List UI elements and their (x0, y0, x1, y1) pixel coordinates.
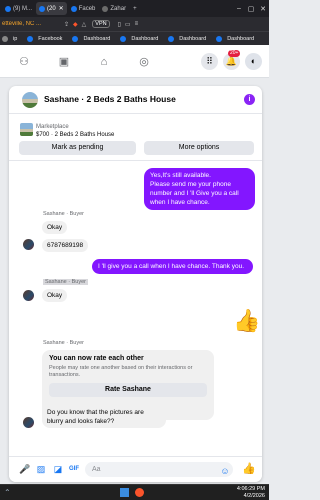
globe-icon (2, 35, 8, 42)
listing-label: Marketplace (36, 124, 69, 130)
photo-icon[interactable]: ▨ (36, 464, 46, 474)
notification-badge: 20+ (228, 50, 241, 57)
page-icon (102, 5, 109, 12)
facebook-icon (120, 35, 127, 42)
buyer-avatar[interactable] (23, 239, 34, 250)
close-tab-icon[interactable]: ✕ (59, 5, 64, 12)
like-send-icon[interactable]: 👍 (242, 464, 256, 475)
facebook-top-nav: ⚇ ▣ ⌂ ◎ ⠿ 🔔 20+ ◐ (0, 45, 269, 78)
clock-date: 4/2/2026 (243, 492, 265, 499)
bookmark-facebook[interactable]: Facebook (27, 35, 67, 42)
sent-message[interactable]: Yes,It's still available. Please send me… (144, 168, 255, 210)
rate-sashane-button[interactable]: Rate Sashane (49, 383, 207, 397)
facebook-icon (5, 5, 11, 12)
sender-label: Sashane · Buyer (43, 279, 88, 285)
browser-tab-active[interactable]: (20 ✕ (36, 2, 67, 15)
conversation-panel: Sashane · 2 Beds 2 Baths House i Marketp… (9, 86, 262, 482)
bookmark-dashboard[interactable]: Dashboard (216, 35, 259, 42)
message-input[interactable]: Aa (85, 462, 233, 477)
address-bar[interactable]: etteville, NC ... ⇪ ◆ △ VPN ▯ ▭ ≡ (0, 17, 269, 31)
facebook-icon (27, 35, 34, 42)
account-avatar[interactable]: ◐ (245, 53, 262, 70)
buyer-avatar[interactable] (23, 290, 34, 301)
menu-grid-icon[interactable]: ⠿ (201, 53, 218, 70)
sticker-icon[interactable]: ◪ (53, 464, 63, 474)
listing-summary[interactable]: Marketplace $700 · 2 Beds 2 Baths House (36, 123, 114, 139)
browser-tab[interactable]: Faceb (68, 2, 99, 15)
facebook-icon (168, 35, 175, 42)
listing-thumbnail[interactable] (20, 123, 33, 136)
bookmark-dashboard[interactable]: Dashboard (120, 35, 163, 42)
clock-time: 4:06:29 PM (236, 486, 265, 492)
mark-as-pending-button[interactable]: Mark as pending (19, 141, 136, 155)
system-clock[interactable]: 4:06:29 PM 4/2/2026 (237, 486, 265, 499)
bookmarks-bar: ip Facebook Dashboard Dashboard Dashboar… (0, 31, 269, 45)
rewards-icon[interactable]: △ (82, 21, 87, 28)
listing-avatar[interactable] (22, 92, 38, 108)
sender-label: Sashane · Buyer (43, 211, 84, 217)
marketplace-calendar-icon[interactable]: ▣ (57, 55, 71, 69)
wallet-icon[interactable]: ▭ (125, 21, 131, 28)
maximize-icon[interactable]: ▢ (245, 5, 257, 13)
more-options-button[interactable]: More options (144, 141, 254, 155)
conversation-header: Sashane · 2 Beds 2 Baths House i (9, 86, 262, 114)
like-thumbs-up-icon[interactable]: 👍 (233, 308, 260, 334)
gif-icon[interactable]: GIF (69, 464, 79, 474)
conversation-title[interactable]: Sashane · 2 Beds 2 Baths House (44, 94, 176, 104)
rate-card-description: People may rate one another based on the… (49, 365, 193, 378)
windows-start-icon[interactable] (120, 488, 129, 497)
info-icon[interactable]: i (244, 94, 255, 105)
received-message[interactable]: Okay (42, 221, 68, 234)
bookmark-dashboard[interactable]: Dashboard (168, 35, 211, 42)
received-message[interactable]: 6787689198 (42, 239, 89, 252)
profile-icon[interactable]: ◎ (137, 55, 151, 69)
url-text[interactable]: etteville, NC ... (2, 21, 60, 27)
new-tab-button[interactable]: + (130, 2, 140, 15)
friends-icon[interactable]: ⚇ (17, 55, 31, 69)
microphone-icon[interactable]: 🎤 (19, 464, 30, 474)
browser-tab[interactable]: (9) M... (2, 2, 35, 15)
browser-tab-bar: (9) M... (20 ✕ Faceb Zahar + – ▢ ✕ (0, 0, 269, 17)
vpn-button[interactable]: VPN (92, 20, 110, 28)
divider (9, 160, 262, 161)
browser-tab[interactable]: Zahar (99, 2, 129, 15)
windows-taskbar: ⌃ 4:06:29 PM 4/2/2026 (0, 484, 269, 500)
brave-browser-icon[interactable] (135, 488, 144, 497)
message-composer: 🎤 ▨ ◪ GIF Aa ☺ 👍 (9, 456, 262, 482)
marketplace-store-icon[interactable]: ⌂ (97, 55, 111, 69)
share-icon[interactable]: ⇪ (64, 21, 69, 28)
brave-shield-icon[interactable]: ◆ (73, 21, 78, 28)
facebook-icon (72, 35, 79, 42)
received-message[interactable]: Okay (42, 289, 68, 302)
emoji-icon[interactable]: ☺ (220, 466, 230, 476)
bookmark-ip[interactable]: ip (2, 35, 22, 42)
bookmark-dashboard[interactable]: Dashboard (72, 35, 115, 42)
facebook-icon (70, 5, 77, 12)
sidebar-icon[interactable]: ▯ (118, 21, 121, 28)
listing-description: $700 · 2 Beds 2 Baths House (36, 132, 115, 138)
received-message[interactable]: Do you know that the pictures are blurry… (42, 406, 166, 428)
chevron-up-icon[interactable]: ⌃ (4, 488, 11, 497)
sender-label: Sashane · Buyer (43, 340, 84, 346)
close-window-icon[interactable]: ✕ (257, 5, 269, 13)
sent-message[interactable]: I 'll give you a call when I have chance… (92, 259, 253, 274)
menu-icon[interactable]: ≡ (135, 21, 139, 27)
facebook-icon (216, 35, 223, 42)
window-controls: – ▢ ✕ (233, 0, 269, 17)
rate-card-title: You can now rate each other (49, 355, 144, 362)
minimize-icon[interactable]: – (233, 5, 245, 12)
buyer-avatar[interactable] (23, 417, 34, 428)
facebook-icon (39, 5, 45, 12)
